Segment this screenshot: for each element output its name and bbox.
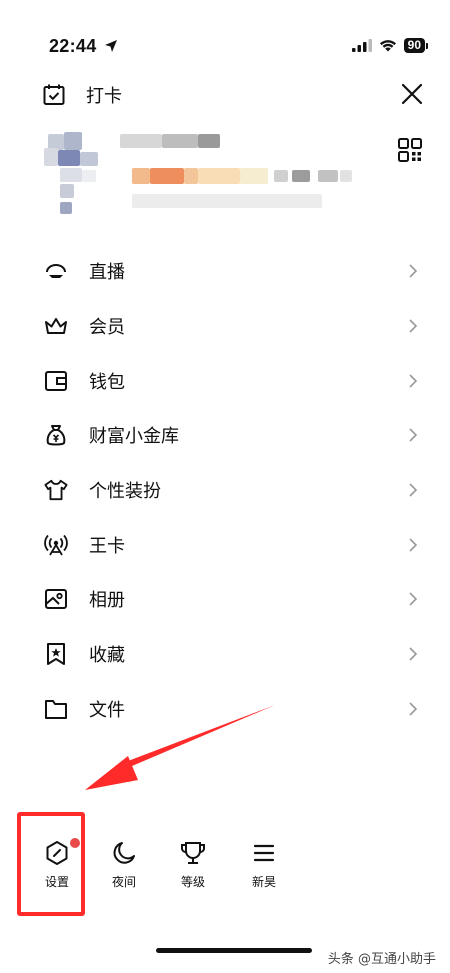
home-indicator[interactable] bbox=[156, 948, 312, 953]
folder-icon bbox=[44, 697, 68, 721]
menu-item-wallet[interactable]: 钱包 bbox=[0, 353, 450, 408]
menu-item-wealth[interactable]: 财富小金库 bbox=[0, 408, 450, 463]
menu-label-live: 直播 bbox=[89, 262, 125, 284]
level-button[interactable]: 等级 bbox=[168, 840, 218, 890]
calendar-check-icon bbox=[43, 84, 65, 105]
photo-album-icon bbox=[44, 587, 68, 611]
status-time: 22:44 bbox=[49, 36, 118, 57]
close-icon[interactable] bbox=[400, 82, 424, 106]
menu-label-king-card: 王卡 bbox=[89, 535, 125, 557]
live-icon bbox=[44, 259, 68, 283]
level-label: 等级 bbox=[180, 875, 205, 889]
trophy-icon bbox=[181, 842, 205, 864]
menu-label-membership: 会员 bbox=[89, 317, 125, 339]
menu-label-wealth: 财富小金库 bbox=[89, 426, 179, 448]
chevron-right-icon bbox=[409, 483, 418, 497]
money-bag-icon bbox=[44, 423, 68, 447]
menu-item-king-card[interactable]: 王卡 bbox=[0, 517, 450, 572]
chevron-right-icon bbox=[409, 264, 418, 278]
moon-icon bbox=[113, 842, 135, 864]
night-mode-button[interactable]: 夜间 bbox=[99, 840, 149, 890]
menu-lines-icon bbox=[253, 844, 275, 862]
chevron-right-icon bbox=[409, 428, 418, 442]
chevron-right-icon bbox=[409, 319, 418, 333]
checkin-button[interactable]: 打卡 bbox=[42, 82, 122, 108]
battery-tip bbox=[426, 42, 428, 49]
night-label: 夜间 bbox=[111, 875, 136, 889]
menu-item-personalize[interactable]: 个性装扮 bbox=[0, 463, 450, 518]
status-indicators: 90 bbox=[351, 38, 428, 53]
qr-code-icon[interactable] bbox=[398, 138, 422, 162]
avatar[interactable] bbox=[40, 128, 106, 218]
menu-item-live[interactable]: 直播 bbox=[0, 244, 450, 299]
wallet-icon bbox=[44, 369, 68, 393]
chevron-right-icon bbox=[409, 374, 418, 388]
menu-label-favorites: 收藏 bbox=[89, 645, 125, 667]
menu-item-album[interactable]: 相册 bbox=[0, 572, 450, 627]
watermark: 头条 @互通小助手 bbox=[327, 952, 436, 967]
profile-info[interactable] bbox=[118, 130, 358, 218]
status-time-text: 22:44 bbox=[49, 36, 97, 56]
tshirt-icon bbox=[44, 478, 68, 502]
chevron-right-icon bbox=[409, 538, 418, 552]
chevron-right-icon bbox=[409, 592, 418, 607]
menu-item-membership[interactable]: 会员 bbox=[0, 299, 450, 354]
annotation-highlight-box bbox=[17, 812, 85, 916]
chevron-right-icon bbox=[409, 647, 418, 661]
menu-label-personalize: 个性装扮 bbox=[89, 481, 161, 503]
checkin-label: 打卡 bbox=[86, 86, 122, 107]
menu-list: 直播 会员 钱包 财富小金库 个性装扮 王卡 相册 收藏 文件 bbox=[0, 244, 450, 736]
crown-icon bbox=[44, 314, 68, 338]
chevron-right-icon bbox=[409, 702, 418, 716]
annotation-arrow bbox=[85, 705, 275, 790]
menu-label-wallet: 钱包 bbox=[89, 371, 125, 393]
battery-level: 90 bbox=[403, 38, 425, 53]
more-label: 新昊 bbox=[251, 875, 276, 889]
wifi-icon bbox=[379, 40, 396, 52]
location-arrow-icon bbox=[104, 40, 117, 52]
bookmark-star-icon bbox=[44, 642, 68, 666]
menu-label-album: 相册 bbox=[89, 590, 125, 612]
cellular-signal-icon bbox=[351, 39, 372, 52]
more-button[interactable]: 新昊 bbox=[239, 840, 289, 890]
menu-item-favorites[interactable]: 收藏 bbox=[0, 627, 450, 682]
signal-tower-icon bbox=[44, 533, 68, 557]
